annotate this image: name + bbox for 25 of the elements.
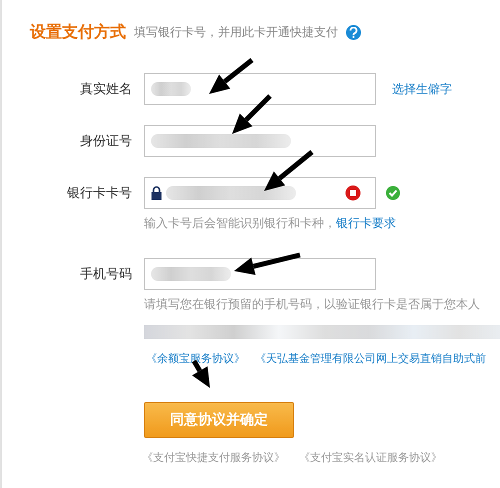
card-requirements-link[interactable]: 银行卡要求 [336, 216, 396, 230]
page-subtitle: 填写银行卡号，并用此卡开通快捷支付 [134, 24, 338, 41]
field-label: 真实姓名 [79, 81, 133, 98]
field-hint: 输入卡号后会智能识别银行和卡种，银行卡要求 [144, 215, 397, 232]
input-field[interactable] [144, 177, 376, 209]
annotation-arrow [209, 58, 254, 94]
lock-icon [151, 186, 162, 200]
field-label: 身份证号 [79, 133, 133, 150]
field-label: 手机号码 [79, 266, 133, 283]
input-field[interactable] [144, 258, 376, 290]
annotation-arrow [264, 150, 314, 191]
bank-logo-icon [345, 185, 361, 201]
agreement-link[interactable]: 《天弘基金管理有限公司网上交易直销自助式前 [255, 351, 486, 366]
field-hint: 请填写您在银行预留的手机号码，以验证银行卡是否属于您本人 [144, 296, 481, 313]
input-field[interactable] [144, 73, 376, 105]
redacted-value [151, 82, 191, 96]
help-icon[interactable] [346, 25, 361, 40]
rare-character-link[interactable]: 选择生僻字 [392, 80, 452, 98]
field-label: 银行卡卡号 [66, 185, 133, 202]
agreement-link[interactable]: 《支付宝实名认证服务协议》 [299, 450, 442, 465]
agreement-link[interactable]: 《支付宝快捷支付服务协议》 [142, 450, 285, 465]
annotation-arrow [232, 94, 272, 134]
annotation-arrow [234, 252, 301, 276]
input-field[interactable] [144, 125, 376, 157]
page-title: 设置支付方式 [30, 22, 126, 43]
